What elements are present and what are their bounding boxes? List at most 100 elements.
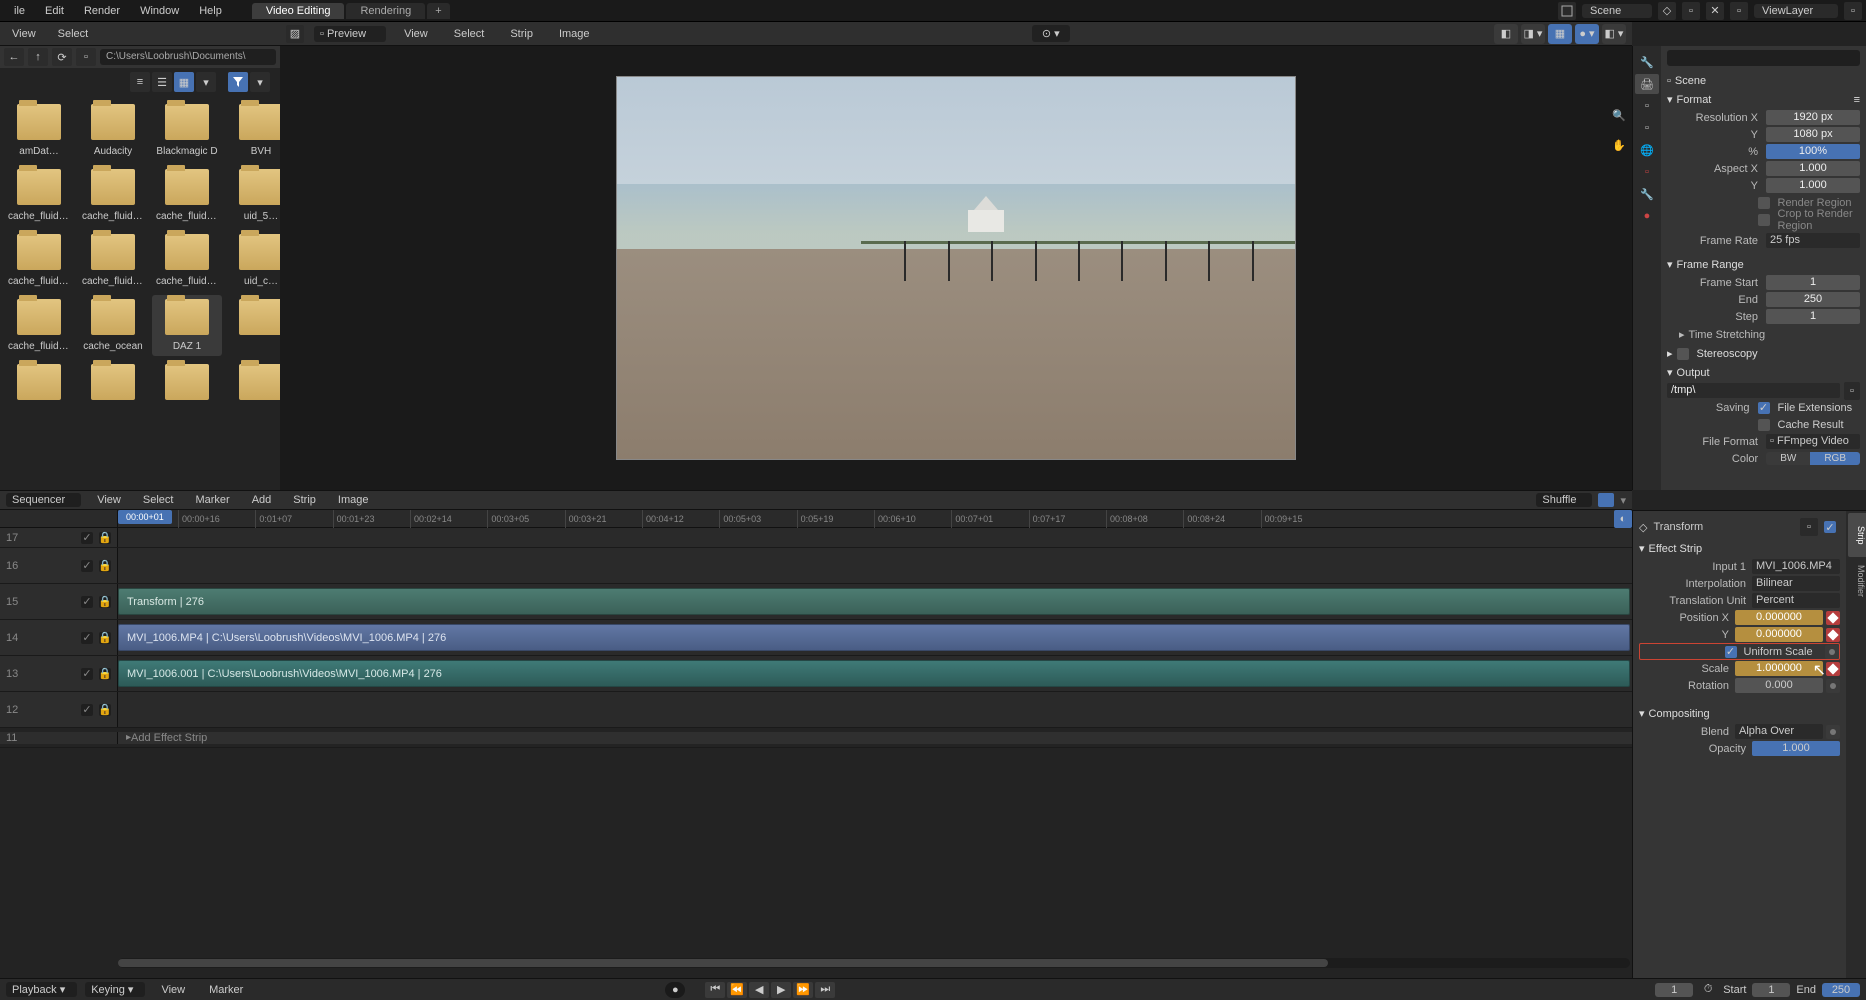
channel-mute-12[interactable]: ✓	[81, 704, 93, 716]
window-menu[interactable]: Window	[130, 5, 189, 17]
keyframe-prev-icon[interactable]: ⏪	[727, 982, 747, 998]
posy-keyframe-icon[interactable]	[1826, 628, 1840, 642]
play-reverse-icon[interactable]: ◀	[749, 982, 769, 998]
compositing-header[interactable]: ▾ Compositing	[1639, 704, 1840, 723]
zoom-icon[interactable]: 🔍	[1608, 104, 1630, 126]
autokey-icon[interactable]: ●	[665, 982, 685, 998]
time-display-icon[interactable]: ⏱	[1699, 981, 1717, 999]
pivot-dropdown[interactable]: ⊙ ▾	[1032, 25, 1070, 42]
cache-result-check[interactable]	[1758, 419, 1770, 431]
seq-view-menu[interactable]: View	[91, 494, 127, 506]
folder-item[interactable]: Audacity	[78, 100, 148, 161]
video-strip[interactable]: MVI_1006.MP4 | C:\Users\Loobrush\Videos\…	[118, 624, 1630, 651]
track-body-14[interactable]: MVI_1006.MP4 | C:\Users\Loobrush\Videos\…	[118, 620, 1632, 655]
edit-menu[interactable]: Edit	[35, 5, 74, 17]
folder-item[interactable]	[4, 360, 74, 410]
folder-item[interactable]: cache_fluid_a…	[152, 230, 222, 291]
end-frame-field[interactable]: 250	[1822, 983, 1860, 997]
prop-tab-world-icon[interactable]: 🌐	[1635, 140, 1659, 160]
folder-item[interactable]	[226, 360, 280, 410]
folder-item[interactable]: cache_fluid_8…	[4, 230, 74, 291]
prop-tab-tool-icon[interactable]: 🔧	[1635, 52, 1659, 72]
prop-tab-scene-icon[interactable]: ▫	[1635, 118, 1659, 138]
view-sort-icon[interactable]: ▾	[196, 72, 216, 92]
timeline-scroll-thumb[interactable]	[118, 959, 1328, 967]
channel-lock-14[interactable]: 🔒	[99, 632, 111, 644]
folder-item[interactable]: cache_fluid_5…	[152, 165, 222, 226]
viewlayer-new-icon[interactable]: ▫	[1844, 2, 1862, 20]
output-path-field[interactable]: /tmp\	[1667, 383, 1840, 398]
preview-view-menu[interactable]: View	[396, 28, 436, 40]
blend-keyframe-icon[interactable]	[1826, 725, 1840, 739]
keyframe-next-icon[interactable]: ⏩	[793, 982, 813, 998]
workspace-tab-video-editing[interactable]: Video Editing	[252, 3, 345, 19]
filebrowser-view-menu[interactable]: View	[4, 28, 44, 40]
jump-start-icon[interactable]: ⏮	[705, 982, 725, 998]
folder-item[interactable]: cache_fluid_3…	[4, 165, 74, 226]
rotation-field[interactable]: 0.000	[1735, 678, 1823, 693]
uniform-scale-check[interactable]: ✓	[1725, 646, 1737, 658]
nav-back-icon[interactable]: ←	[4, 48, 24, 66]
posx-field[interactable]: 0.000000	[1735, 610, 1823, 625]
preview-select-menu[interactable]: Select	[446, 28, 493, 40]
editor-type-icon[interactable]: ▨	[286, 25, 304, 43]
res-y-field[interactable]: 1080 px	[1766, 127, 1860, 142]
aspect-y-field[interactable]: 1.000	[1766, 178, 1860, 193]
stereoscopy-header[interactable]: ▸ Stereoscopy	[1667, 344, 1860, 363]
time-stretch-header[interactable]: ▸ Time Stretching	[1667, 325, 1860, 344]
overlay-icon[interactable]: ◨ ▾	[1521, 24, 1545, 44]
add-effect-strip-row[interactable]: ▸ Add Effect Strip	[118, 732, 1632, 744]
scene-pin-icon[interactable]: ◇	[1658, 2, 1676, 20]
track-body-13[interactable]: MVI_1006.001 | C:\Users\Loobrush\Videos\…	[118, 656, 1632, 691]
res-x-field[interactable]: 1920 px	[1766, 110, 1860, 125]
folder-item[interactable]	[78, 360, 148, 410]
overlap-dropdown[interactable]: Shuffle	[1536, 493, 1592, 507]
folder-item[interactable]: cache_ocean	[78, 295, 148, 356]
seq-add-menu[interactable]: Add	[246, 494, 278, 506]
snap-icon[interactable]	[1598, 493, 1614, 507]
timeline-ruler[interactable]: 00:00+01 00:00+160:01+0700:01+2300:02+14…	[0, 510, 1632, 528]
scene-name-field[interactable]: Scene	[1582, 4, 1652, 18]
folder-item[interactable]: cache_fluid_2…	[78, 230, 148, 291]
rotation-keyframe-icon[interactable]	[1826, 679, 1840, 693]
folder-item[interactable]: BVH	[226, 100, 280, 161]
view-details-icon[interactable]: ☰	[152, 72, 172, 92]
scene-delete-icon[interactable]: ✕	[1706, 2, 1724, 20]
playbar-marker-menu[interactable]: Marker	[201, 984, 251, 996]
display-channels-icon[interactable]: ▦	[1548, 24, 1572, 44]
frame-start-field[interactable]: 1	[1766, 275, 1860, 290]
timeline-h-scrollbar[interactable]	[118, 958, 1630, 968]
stereoscopy-check[interactable]	[1677, 348, 1689, 360]
preview-viewport[interactable]: 🔍 ✋	[280, 46, 1632, 490]
channel-lock-12[interactable]: 🔒	[99, 704, 111, 716]
playbar-view-menu[interactable]: View	[153, 984, 193, 996]
channel-lock-15[interactable]: 🔒	[99, 596, 111, 608]
folder-item[interactable]: cache_fluid_4…	[78, 165, 148, 226]
folder-item[interactable]: Blackmagic D	[152, 100, 222, 161]
seq-select-menu[interactable]: Select	[137, 494, 180, 506]
render-region-check[interactable]	[1758, 197, 1770, 209]
channel-mute-14[interactable]: ✓	[81, 632, 93, 644]
uniform-keyframe-icon[interactable]	[1825, 645, 1839, 659]
nav-refresh-icon[interactable]: ⟳	[52, 48, 72, 66]
strip-tab-modifier[interactable]: Modifier	[1848, 559, 1866, 603]
fileformat-dropdown[interactable]: ▫ FFmpeg Video	[1766, 434, 1860, 449]
res-pct-field[interactable]: 100%	[1766, 144, 1860, 159]
preview-mode-dropdown[interactable]: ▫ Preview	[314, 26, 386, 42]
shading-icon[interactable]: ● ▾	[1575, 24, 1599, 44]
channel-mute-13[interactable]: ✓	[81, 668, 93, 680]
frame-range-header[interactable]: ▾ Frame Range	[1667, 255, 1860, 274]
folder-item[interactable]	[152, 360, 222, 410]
preview-image-menu[interactable]: Image	[551, 28, 598, 40]
folder-item[interactable]: amDat…	[4, 100, 74, 161]
blend-dropdown[interactable]: Alpha Over	[1735, 724, 1823, 739]
channel-lock-17[interactable]: 🔒	[99, 532, 111, 544]
channel-mute-16[interactable]: ✓	[81, 560, 93, 572]
playhead-badge[interactable]: 00:00+01	[118, 510, 172, 524]
color-rgb-button[interactable]: RGB	[1810, 452, 1860, 465]
interp-dropdown[interactable]: Bilinear	[1752, 576, 1840, 591]
view-list-icon[interactable]: ≡	[130, 72, 150, 92]
folder-item[interactable]: uid_5…	[226, 165, 280, 226]
track-body-15[interactable]: Transform | 276	[118, 584, 1632, 619]
channel-mute-15[interactable]: ✓	[81, 596, 93, 608]
